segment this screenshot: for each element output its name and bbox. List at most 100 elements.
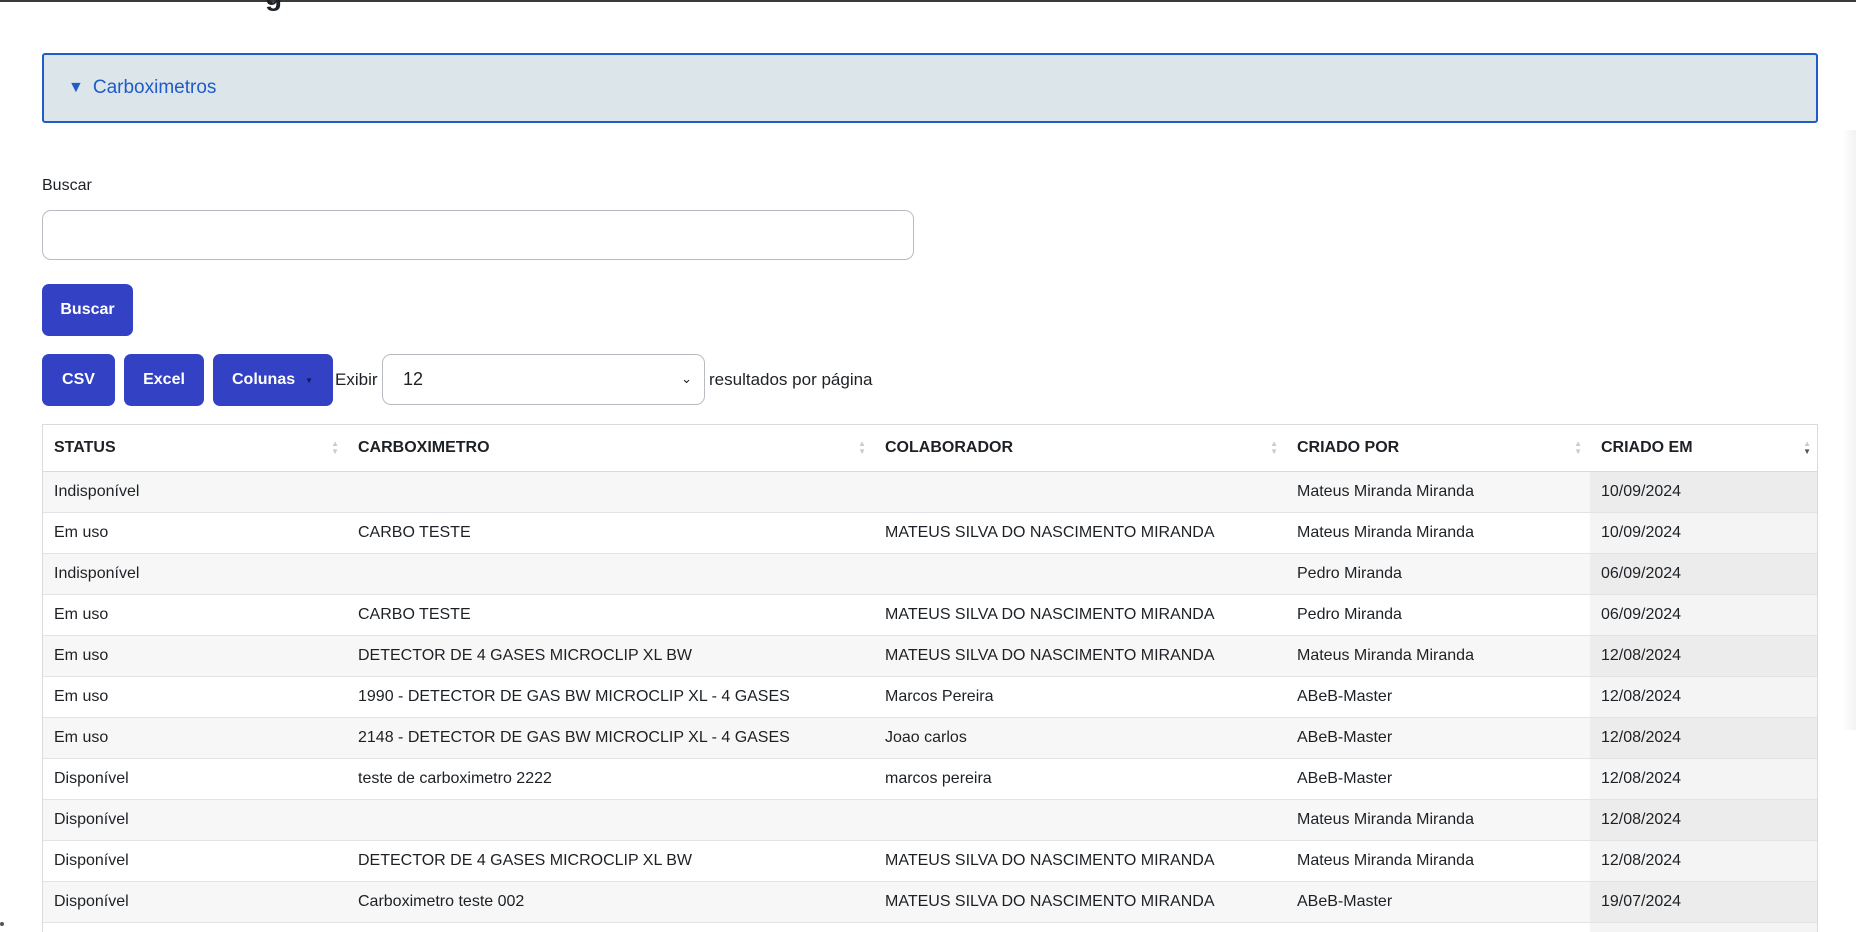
columns-button[interactable]: Colunas ▼ <box>213 354 333 406</box>
column-header-criado-em[interactable]: CRIADO EM ▲ ▼ <box>1590 425 1817 472</box>
search-label: Buscar <box>42 177 92 194</box>
cell-criado-em: 19/07/2024 <box>1590 881 1817 923</box>
cell-criado-por: Mateus Miranda Miranda <box>1286 840 1590 882</box>
table-row[interactable]: Disponível DETECTOR DE 4 GASES MICROCLIP… <box>43 840 1817 882</box>
cell-status: Em uso <box>43 635 347 677</box>
excel-export-button[interactable]: Excel <box>124 354 204 406</box>
cell-criado-em: 12/08/2024 <box>1590 717 1817 759</box>
table-row[interactable]: Disponível Carboximetro teste 002 MATEUS… <box>43 881 1817 923</box>
cell-status: Em uso <box>43 594 347 636</box>
column-header-colaborador[interactable]: COLABORADOR ▲ ▼ <box>874 425 1286 472</box>
cell-colaborador: marcos pereira <box>874 758 1286 800</box>
cell-status: Indisponível <box>43 553 347 595</box>
search-input[interactable] <box>42 210 914 260</box>
cell-criado-por: ABeB-Master <box>1286 758 1590 800</box>
cell-criado-em: 12/08/2024 <box>1590 758 1817 800</box>
cell-carboximetro <box>347 922 874 932</box>
table-row[interactable]: Disponível Mateus Miranda Miranda 12/08/… <box>43 799 1817 841</box>
cell-colaborador <box>874 799 1286 841</box>
cell-status: Disponível <box>43 758 347 800</box>
cell-colaborador <box>874 471 1286 513</box>
cell-status: Em uso <box>43 717 347 759</box>
page-size-select[interactable]: 12 ⌄ <box>382 354 705 405</box>
cell-criado-em: 06/09/2024 <box>1590 553 1817 595</box>
cell-criado-por: Mateus Miranda Miranda <box>1286 471 1590 513</box>
table-row[interactable] <box>43 922 1817 932</box>
show-label: Exibir <box>335 370 378 389</box>
results-table-container: STATUS ▲ ▼ CARBOXIMETRO ▲ ▼ COLABORADOR ▲ ▼… <box>42 424 1818 932</box>
cell-criado-por: Pedro Miranda <box>1286 594 1590 636</box>
cell-criado-por: Mateus Miranda Miranda <box>1286 799 1590 841</box>
columns-button-label: Colunas <box>232 371 296 388</box>
results-table: STATUS ▲ ▼ CARBOXIMETRO ▲ ▼ COLABORADOR ▲ ▼… <box>43 425 1817 932</box>
cell-criado-em: 10/09/2024 <box>1590 512 1817 554</box>
cell-carboximetro: 2148 - DETECTOR DE GAS BW MICROCLIP XL -… <box>347 717 874 759</box>
table-row[interactable]: Disponível teste de carboximetro 2222 ma… <box>43 758 1817 800</box>
cell-colaborador: MATEUS SILVA DO NASCIMENTO MIRANDA <box>874 881 1286 923</box>
cell-criado-em: 10/09/2024 <box>1590 471 1817 513</box>
carboximetros-collapse-toggle[interactable]: ▼ Carboximetros <box>42 53 1818 123</box>
table-row[interactable]: Em uso 2148 - DETECTOR DE GAS BW MICROCL… <box>43 717 1817 759</box>
column-header-status[interactable]: STATUS ▲ ▼ <box>43 425 347 472</box>
cell-criado-em <box>1590 922 1817 932</box>
cell-colaborador: MATEUS SILVA DO NASCIMENTO MIRANDA <box>874 635 1286 677</box>
cell-criado-por: Mateus Miranda Miranda <box>1286 635 1590 677</box>
cell-status: Disponível <box>43 881 347 923</box>
search-button[interactable]: Buscar <box>42 284 133 336</box>
sort-icon: ▲ ▼ <box>1270 439 1278 456</box>
table-row[interactable]: Em uso CARBO TESTE MATEUS SILVA DO NASCI… <box>43 512 1817 554</box>
cell-colaborador: MATEUS SILVA DO NASCIMENTO MIRANDA <box>874 594 1286 636</box>
collapse-title: Carboximetros <box>92 77 217 98</box>
cell-carboximetro: CARBO TESTE <box>347 512 874 554</box>
cell-colaborador: Joao carlos <box>874 717 1286 759</box>
cell-criado-em: 12/08/2024 <box>1590 840 1817 882</box>
cell-criado-em: 06/09/2024 <box>1590 594 1817 636</box>
cell-colaborador: Marcos Pereira <box>874 676 1286 718</box>
cell-carboximetro: teste de carboximetro 2222 <box>347 758 874 800</box>
cell-status: Disponível <box>43 799 347 841</box>
table-row[interactable]: Indisponível Pedro Miranda 06/09/2024 <box>43 553 1817 595</box>
cell-colaborador: MATEUS SILVA DO NASCIMENTO MIRANDA <box>874 512 1286 554</box>
per-page-label: resultados por página <box>709 370 873 389</box>
cell-criado-por: ABeB-Master <box>1286 717 1590 759</box>
page-title: g <box>265 0 282 12</box>
cell-criado-em: 12/08/2024 <box>1590 635 1817 677</box>
cell-colaborador <box>874 922 1286 932</box>
table-row[interactable]: Em uso DETECTOR DE 4 GASES MICROCLIP XL … <box>43 635 1817 677</box>
column-header-carboximetro[interactable]: CARBOXIMETRO ▲ ▼ <box>347 425 874 472</box>
cell-carboximetro <box>347 799 874 841</box>
edge-marker <box>0 922 4 926</box>
sort-icon: ▲ ▼ <box>331 439 339 456</box>
cell-colaborador: MATEUS SILVA DO NASCIMENTO MIRANDA <box>874 840 1286 882</box>
sort-desc-icon: ▲ ▼ <box>1803 439 1811 456</box>
cell-criado-em: 12/08/2024 <box>1590 799 1817 841</box>
table-row[interactable]: Indisponível Mateus Miranda Miranda 10/0… <box>43 471 1817 513</box>
caret-down-icon: ▼ <box>305 375 314 385</box>
csv-export-button[interactable]: CSV <box>42 354 115 406</box>
table-header-row: STATUS ▲ ▼ CARBOXIMETRO ▲ ▼ COLABORADOR ▲ ▼… <box>43 425 1817 472</box>
cell-status: Em uso <box>43 512 347 554</box>
cell-carboximetro <box>347 471 874 513</box>
cell-colaborador <box>874 553 1286 595</box>
cell-criado-por: Mateus Miranda Miranda <box>1286 512 1590 554</box>
chevron-down-icon: ⌄ <box>681 371 692 386</box>
cell-carboximetro: 1990 - DETECTOR DE GAS BW MICROCLIP XL -… <box>347 676 874 718</box>
cell-carboximetro: DETECTOR DE 4 GASES MICROCLIP XL BW <box>347 840 874 882</box>
sort-icon: ▲ ▼ <box>1574 439 1582 456</box>
table-row[interactable]: Em uso 1990 - DETECTOR DE GAS BW MICROCL… <box>43 676 1817 718</box>
table-row[interactable]: Em uso CARBO TESTE MATEUS SILVA DO NASCI… <box>43 594 1817 636</box>
cell-criado-por: Pedro Miranda <box>1286 553 1590 595</box>
sort-icon: ▲ ▼ <box>858 439 866 456</box>
scroll-shadow <box>1842 130 1856 730</box>
cell-status: Disponível <box>43 840 347 882</box>
cell-carboximetro <box>347 553 874 595</box>
cell-criado-por: ABeB-Master <box>1286 881 1590 923</box>
page-size-value: 12 <box>403 369 424 389</box>
column-header-criado-por[interactable]: CRIADO POR ▲ ▼ <box>1286 425 1590 472</box>
cell-criado-em: 12/08/2024 <box>1590 676 1817 718</box>
cell-carboximetro: CARBO TESTE <box>347 594 874 636</box>
cell-status: Em uso <box>43 676 347 718</box>
cell-status: Indisponível <box>43 471 347 513</box>
cell-carboximetro: Carboximetro teste 002 <box>347 881 874 923</box>
cell-status <box>43 922 347 932</box>
